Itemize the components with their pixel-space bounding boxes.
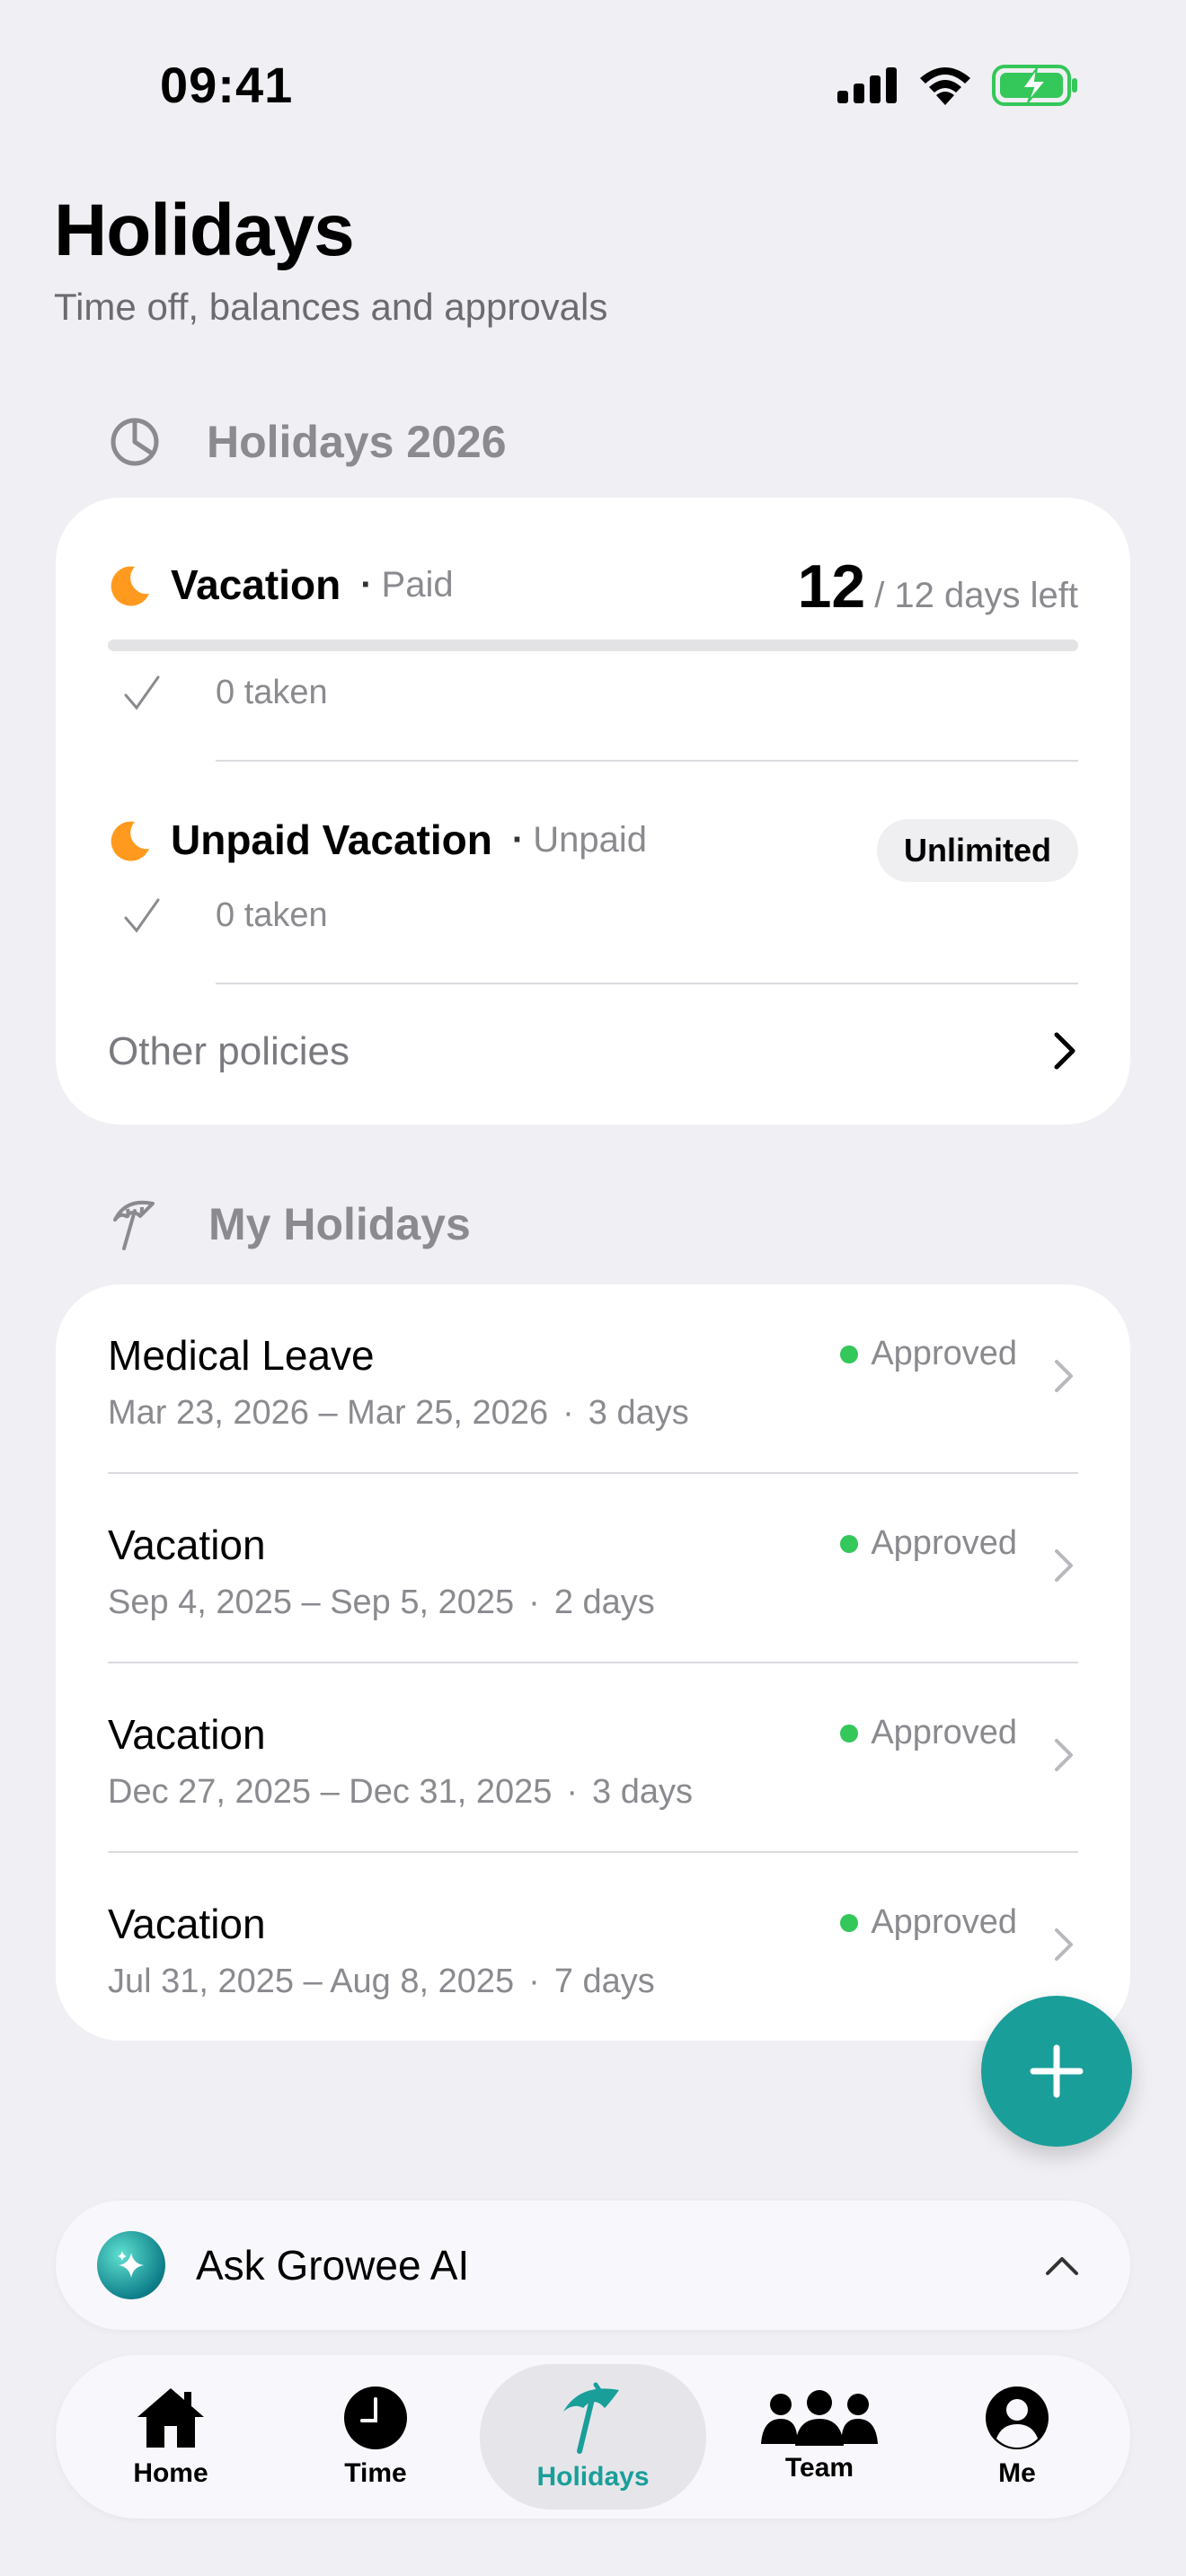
checkmark-icon <box>124 675 160 710</box>
holiday-title: Vacation <box>108 1901 266 1947</box>
home-icon <box>137 2388 204 2448</box>
holiday-duration: 2 days <box>553 1584 655 1621</box>
tab-home[interactable]: Home <box>81 2355 261 2519</box>
moon-icon <box>111 566 149 606</box>
tab-bar: Home Time Holidays Team Me <box>56 2355 1130 2519</box>
page-subtitle: Time off, balances and approvals <box>54 286 608 328</box>
tab-team[interactable]: Team <box>721 2355 918 2519</box>
tab-label: Team <box>784 2453 854 2483</box>
separator-dot: · <box>528 1584 540 1621</box>
status-label: Approved <box>871 1335 1017 1372</box>
moon-icon <box>111 821 149 861</box>
status-time: 09:41 <box>160 57 294 113</box>
holiday-dates-line: Mar 23, 2026 – Mar 25, 2026 · 3 days <box>108 1394 689 1433</box>
policies-section-header: Holidays 2026 <box>108 415 507 469</box>
tab-holidays[interactable]: Holidays <box>480 2364 706 2510</box>
holiday-title: Vacation <box>108 1522 266 1568</box>
divider <box>216 983 1078 984</box>
policy-vacation-header[interactable]: Vacation Paid <box>108 560 454 609</box>
tab-label: Time <box>344 2458 407 2488</box>
holiday-title: Medical Leave <box>108 1332 375 1379</box>
status-badge: Approved <box>840 1335 1017 1373</box>
status-dot <box>840 1724 859 1742</box>
divider <box>216 760 1078 762</box>
holiday-row[interactable]: Vacation Dec 27, 2025 – Dec 31, 2025 · 3 da… <box>56 1663 1130 1853</box>
policies-section-title: Holidays 2026 <box>207 417 507 467</box>
policy-kind: Unpaid <box>512 820 647 860</box>
tab-time[interactable]: Time <box>286 2355 465 2519</box>
days-left-value: 12 <box>797 552 866 621</box>
status-dot <box>840 1345 859 1363</box>
vacation-taken: 0 taken <box>216 674 328 711</box>
holiday-dates-line: Jul 31, 2025 – Aug 8, 2025 · 7 days <box>108 1963 655 2001</box>
chevron-right-icon <box>1055 1739 1073 1771</box>
holiday-title: Vacation <box>108 1711 266 1758</box>
separator-dot: · <box>566 1773 579 1811</box>
plus-icon <box>1030 2044 1084 2098</box>
chevron-right-icon <box>1055 1928 1073 1961</box>
other-policies-row[interactable]: Other policies <box>56 1001 1130 1108</box>
ai-sparkle-icon <box>97 2231 165 2299</box>
status-badge: Approved <box>840 1714 1017 1752</box>
tab-label: Holidays <box>536 2462 650 2492</box>
my-holidays-section-header: My Holidays <box>108 1196 471 1252</box>
holiday-row[interactable]: Vacation Sep 4, 2025 – Sep 5, 2025 · 2 days… <box>56 1474 1130 1663</box>
beach-umbrella-icon <box>563 2382 619 2454</box>
unpaid-vacation-taken: 0 taken <box>216 896 328 934</box>
status-dot <box>840 1913 859 1932</box>
separator-dot: · <box>528 1963 540 2000</box>
chevron-right-icon <box>1054 1032 1075 1070</box>
other-policies-label: Other policies <box>108 1029 350 1073</box>
tab-me[interactable]: Me <box>927 2355 1107 2519</box>
holiday-row[interactable]: Vacation Jul 31, 2025 – Aug 8, 2025 · 7 day… <box>56 1853 1130 2042</box>
battery-charging-icon <box>992 65 1077 106</box>
wifi-icon <box>920 67 970 105</box>
policy-name: Unpaid Vacation <box>171 816 492 863</box>
unlimited-badge: Unlimited <box>876 819 1078 882</box>
add-holiday-button[interactable] <box>981 1996 1132 2147</box>
beach-umbrella-icon <box>113 1200 155 1250</box>
holiday-dates: Sep 4, 2025 – Sep 5, 2025 <box>108 1584 515 1621</box>
holiday-dates: Jul 31, 2025 – Aug 8, 2025 <box>108 1963 515 2000</box>
status-label: Approved <box>871 1903 1017 1941</box>
holiday-duration: 3 days <box>588 1394 689 1432</box>
status-label: Approved <box>871 1714 1017 1751</box>
team-icon <box>761 2390 878 2446</box>
holiday-row[interactable]: Medical Leave Mar 23, 2026 – Mar 25, 2026… <box>56 1284 1130 1474</box>
status-icons <box>837 65 1078 106</box>
policy-kind: Paid <box>360 565 454 605</box>
ask-ai-bar[interactable]: Ask Growee AI <box>56 2201 1130 2330</box>
status-label: Approved <box>871 1524 1017 1562</box>
policies-card: Vacation Paid 12 / 12 days left 0 taken … <box>56 498 1130 1125</box>
cellular-signal-icon <box>837 67 897 103</box>
chevron-right-icon <box>1055 1360 1073 1392</box>
days-total-text: / 12 days left <box>874 576 1078 615</box>
chevron-right-icon <box>1055 1549 1073 1582</box>
clock-icon <box>344 2386 407 2449</box>
holiday-dates: Mar 23, 2026 – Mar 25, 2026 <box>108 1394 549 1432</box>
my-holidays-section-title: My Holidays <box>208 1199 471 1249</box>
holiday-dates-line: Sep 4, 2025 – Sep 5, 2025 · 2 days <box>108 1584 655 1622</box>
checkmark-icon <box>124 898 160 933</box>
my-holidays-card: Medical Leave Mar 23, 2026 – Mar 25, 2026… <box>56 1284 1130 2041</box>
vacation-progress-bar <box>108 640 1078 651</box>
holiday-dates: Dec 27, 2025 – Dec 31, 2025 <box>108 1773 553 1811</box>
status-dot <box>840 1534 859 1553</box>
policy-name: Vacation <box>171 561 341 608</box>
status-badge: Approved <box>840 1903 1017 1942</box>
holiday-dates-line: Dec 27, 2025 – Dec 31, 2025 · 3 days <box>108 1773 693 1812</box>
days-left-counter: 12 / 12 days left <box>798 551 1078 622</box>
pie-chart-icon <box>111 418 159 466</box>
tab-label: Home <box>133 2458 208 2488</box>
person-icon <box>986 2386 1049 2449</box>
status-badge: Approved <box>840 1524 1017 1563</box>
holiday-duration: 3 days <box>592 1773 693 1811</box>
holiday-duration: 7 days <box>553 1963 655 2000</box>
chevron-up-icon[interactable] <box>1044 2254 1080 2277</box>
page-title: Holidays <box>54 190 355 271</box>
tab-label: Me <box>998 2458 1036 2488</box>
policy-unpaid-vacation-header[interactable]: Unpaid Vacation Unpaid <box>108 816 647 864</box>
separator-dot: · <box>562 1394 574 1432</box>
ask-ai-label: Ask Growee AI <box>196 2242 470 2289</box>
